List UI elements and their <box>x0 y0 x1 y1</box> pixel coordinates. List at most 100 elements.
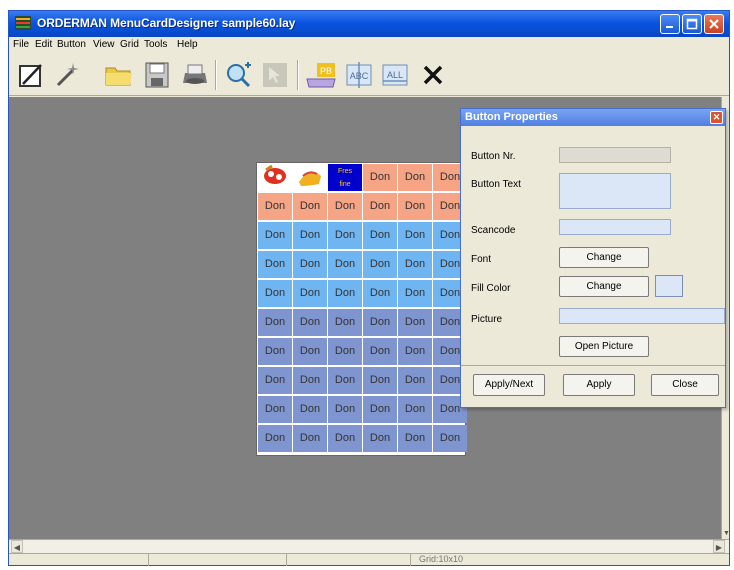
menu-button[interactable]: Don <box>258 425 292 452</box>
picture-field[interactable] <box>559 308 725 324</box>
title-bar[interactable]: ORDERMAN MenuCardDesigner sample60.lay <box>9 11 729 37</box>
menu-button[interactable]: Don <box>363 164 397 191</box>
open-picture-button[interactable]: Open Picture <box>559 336 649 357</box>
scroll-down-icon[interactable]: ▼ <box>723 530 730 537</box>
zoom-in-button[interactable] <box>223 59 255 91</box>
menu-button[interactable]: Don <box>398 164 432 191</box>
menu-button[interactable]: Don <box>328 193 362 220</box>
abc-text-button[interactable]: ABC <box>343 59 375 91</box>
minimize-button[interactable] <box>660 14 680 34</box>
save-button[interactable] <box>141 59 173 91</box>
menu-button-picture[interactable] <box>293 164 327 191</box>
apply-next-button[interactable]: Apply/Next <box>473 374 545 396</box>
delete-button[interactable] <box>417 59 449 91</box>
menu-button[interactable]: Don <box>398 338 432 365</box>
menu-button[interactable]: Don <box>293 425 327 452</box>
menu-button[interactable]: Don <box>363 425 397 452</box>
menu-button[interactable]: Don <box>328 280 362 307</box>
menu-button[interactable]: Don <box>293 338 327 365</box>
menu-button[interactable]: Don <box>363 193 397 220</box>
pointer-icon <box>263 63 287 87</box>
menu-button[interactable]: Don <box>398 396 432 423</box>
menu-button[interactable]: Don <box>398 222 432 249</box>
font-change-button[interactable]: Change <box>559 247 649 268</box>
close-button[interactable]: Close <box>651 374 719 396</box>
picture-button-button[interactable]: PB <box>305 59 337 91</box>
magic-wand-button[interactable] <box>51 59 83 91</box>
menu-button[interactable]: Don <box>258 338 292 365</box>
menu-button[interactable]: Don <box>363 309 397 336</box>
fill-color-swatch[interactable] <box>655 275 683 297</box>
menu-button[interactable]: Don <box>433 425 467 452</box>
menu-button[interactable]: Don <box>328 396 362 423</box>
menu-button-label: Don <box>334 258 356 270</box>
menu-button[interactable]: Don <box>258 396 292 423</box>
menu-button-selected[interactable]: Fres fine <box>328 164 362 191</box>
menu-button[interactable]: Don <box>293 222 327 249</box>
menu-view[interactable]: View <box>93 39 115 50</box>
fill-color-change-button[interactable]: Change <box>559 276 649 297</box>
menu-tools[interactable]: Tools <box>144 39 167 50</box>
status-bar: Grid:10x10 <box>9 553 729 566</box>
status-pane <box>287 554 411 566</box>
menu-button[interactable]: Don <box>363 367 397 394</box>
menu-button[interactable]: Don <box>328 425 362 452</box>
print-button[interactable] <box>179 59 211 91</box>
menu-button[interactable]: Don <box>363 280 397 307</box>
menu-button[interactable]: Don <box>363 222 397 249</box>
menu-button[interactable]: Don <box>258 222 292 249</box>
menu-button-picture[interactable] <box>258 164 292 191</box>
menu-button[interactable]: Don <box>363 396 397 423</box>
menu-edit[interactable]: Edit <box>35 39 52 50</box>
menu-button[interactable]: Don <box>293 193 327 220</box>
menu-button[interactable]: Don <box>258 309 292 336</box>
menu-button-label: Don <box>439 200 461 212</box>
menu-button-label: Don <box>264 345 286 357</box>
menu-button[interactable]: Don <box>258 280 292 307</box>
menu-button[interactable]: Don <box>328 338 362 365</box>
dialog-divider <box>461 365 725 366</box>
menu-button[interactable]: Don <box>293 367 327 394</box>
menu-button[interactable]: Don <box>293 309 327 336</box>
menu-button-label: Don <box>404 287 426 299</box>
maximize-button[interactable] <box>682 14 702 34</box>
scroll-left-icon[interactable]: ◀ <box>11 540 23 553</box>
open-folder-button[interactable] <box>103 59 135 91</box>
menu-button[interactable]: Don <box>293 396 327 423</box>
drink-logo-icon <box>295 171 325 191</box>
scroll-right-icon[interactable]: ▶ <box>713 540 725 553</box>
menu-button[interactable]: Don <box>398 193 432 220</box>
menu-button[interactable]: Don <box>328 222 362 249</box>
button-text-field[interactable] <box>559 173 671 209</box>
menu-button[interactable]: Don <box>398 309 432 336</box>
magic-wand-icon <box>56 63 79 87</box>
menu-button[interactable]: Button <box>57 39 86 50</box>
menu-button[interactable]: Don <box>328 309 362 336</box>
menu-button[interactable]: Don <box>328 251 362 278</box>
dialog-close-icon[interactable]: ✕ <box>710 111 723 124</box>
menu-button[interactable]: Don <box>398 425 432 452</box>
menu-button[interactable]: Don <box>293 251 327 278</box>
scancode-field[interactable] <box>559 219 671 235</box>
menu-button-label: Don <box>299 258 321 270</box>
apply-button[interactable]: Apply <box>563 374 635 396</box>
menu-button[interactable]: Don <box>258 251 292 278</box>
all-text-button[interactable]: ALL <box>379 59 411 91</box>
horizontal-scrollbar[interactable]: ◀ ▶ <box>9 539 729 553</box>
close-window-button[interactable] <box>704 14 724 34</box>
dialog-title-bar[interactable]: Button Properties ✕ <box>461 109 725 126</box>
pointer-button[interactable] <box>259 59 291 91</box>
menu-file[interactable]: File <box>13 39 29 50</box>
menu-button[interactable]: Don <box>363 338 397 365</box>
draw-rect-button[interactable] <box>15 59 47 91</box>
menu-grid[interactable]: Grid <box>120 39 139 50</box>
menu-button[interactable]: Don <box>258 367 292 394</box>
menu-button[interactable]: Don <box>328 367 362 394</box>
menu-help[interactable]: Help <box>177 39 198 50</box>
menu-button[interactable]: Don <box>398 280 432 307</box>
menu-button[interactable]: Don <box>363 251 397 278</box>
menu-button[interactable]: Don <box>398 251 432 278</box>
menu-button[interactable]: Don <box>258 193 292 220</box>
menu-button[interactable]: Don <box>293 280 327 307</box>
menu-button[interactable]: Don <box>398 367 432 394</box>
